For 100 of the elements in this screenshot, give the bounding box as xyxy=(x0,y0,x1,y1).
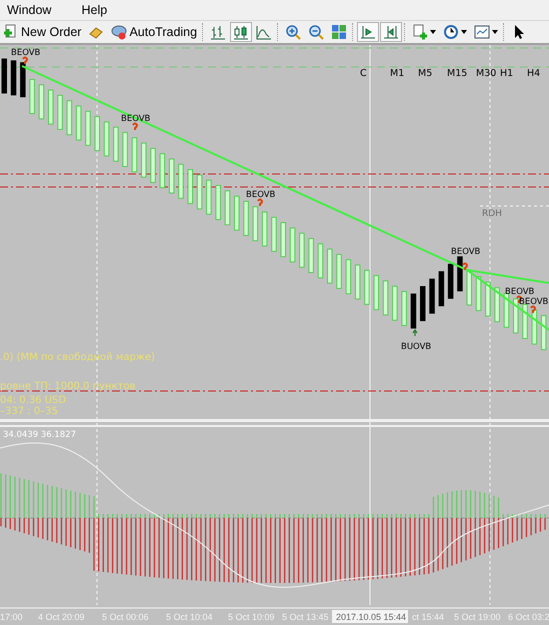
menu-item[interactable]: Help xyxy=(76,2,114,18)
candle xyxy=(122,132,128,168)
info-text: ровне ТП: 1000.0 пунктов xyxy=(0,381,136,392)
candle xyxy=(448,264,454,299)
timeframe-button[interactable]: M5 xyxy=(418,68,432,79)
candle xyxy=(48,90,54,125)
template-icon xyxy=(474,24,490,40)
candle xyxy=(224,190,230,226)
candle xyxy=(234,196,240,231)
crosshair-time: 2017.10.05 15:44 xyxy=(332,610,408,623)
signal-label: BEOVB xyxy=(505,287,534,297)
new-chart-icon xyxy=(412,24,428,40)
info-text: –337 : 0–35 xyxy=(0,406,58,417)
timeframe-button[interactable]: H4 xyxy=(527,68,540,79)
zoom-out-icon xyxy=(308,24,324,40)
sell-signal-icon xyxy=(132,122,138,130)
candle xyxy=(513,298,518,334)
candle xyxy=(280,222,286,258)
candle xyxy=(141,142,146,178)
candle xyxy=(160,153,166,188)
candle xyxy=(410,294,416,329)
candle xyxy=(132,137,138,172)
candle xyxy=(476,276,482,312)
timeframe-button[interactable]: H1 xyxy=(500,68,514,79)
candle xyxy=(2,58,7,94)
toolbar-icon-button[interactable] xyxy=(357,22,380,42)
candle xyxy=(290,227,296,262)
buy-signal-icon xyxy=(412,328,418,337)
candle xyxy=(243,200,249,236)
candle xyxy=(76,106,82,140)
candle xyxy=(532,310,538,345)
candlestick-icon xyxy=(233,24,250,40)
sell-signal-icon xyxy=(530,306,536,313)
info-text: 04: 0.36 USD xyxy=(0,395,66,406)
candle xyxy=(29,79,35,114)
candle xyxy=(420,286,426,322)
candle xyxy=(457,256,463,292)
tile-windows-icon xyxy=(331,24,348,40)
menu-item[interactable]: Window xyxy=(2,2,58,18)
signal-label: BEOVB xyxy=(519,297,548,307)
line-chart-icon xyxy=(256,24,272,40)
candle xyxy=(196,174,202,210)
candle xyxy=(168,158,174,194)
candle xyxy=(188,169,193,204)
candle xyxy=(364,270,370,305)
candle xyxy=(150,148,156,183)
candle xyxy=(10,60,16,96)
chart-shift-icon xyxy=(360,24,376,40)
signal-label: BUOVB xyxy=(401,342,432,352)
info-text: .0) (ММ по свободной марже) xyxy=(0,352,155,363)
candle xyxy=(382,280,388,316)
sell-signal-icon xyxy=(462,262,468,270)
candle xyxy=(252,206,258,242)
candle xyxy=(299,232,305,268)
candle xyxy=(540,315,546,350)
signal-label: BEOVB xyxy=(11,48,40,58)
candle xyxy=(38,84,44,120)
level-label: RDH xyxy=(482,209,502,219)
toolbar-icon-button[interactable] xyxy=(380,22,402,42)
candle xyxy=(104,121,110,156)
sell-signal-icon xyxy=(257,198,263,206)
candle xyxy=(494,287,500,322)
candle xyxy=(522,304,528,339)
candle xyxy=(271,216,277,252)
candle xyxy=(20,62,26,98)
candle xyxy=(113,126,119,162)
candle xyxy=(308,238,314,274)
toolbar-button[interactable]: AutoTrading xyxy=(108,22,200,42)
candle xyxy=(206,180,212,215)
candle xyxy=(485,282,491,317)
candle xyxy=(336,254,342,289)
bar-chart-icon xyxy=(210,24,226,40)
timeframe-button[interactable]: M1 xyxy=(390,68,404,79)
timeframe-button[interactable]: M30 xyxy=(476,68,496,79)
candle xyxy=(429,278,435,314)
candle xyxy=(178,164,184,199)
candle xyxy=(85,110,91,146)
candle xyxy=(57,94,63,130)
toolbar-button[interactable]: New Order xyxy=(0,22,84,42)
candle xyxy=(466,270,472,306)
candle xyxy=(215,185,221,220)
toolbar-icon-button[interactable] xyxy=(230,22,252,42)
robot-icon xyxy=(111,24,128,40)
autoscroll-icon xyxy=(383,24,400,40)
signal-label: BEOVB xyxy=(246,190,276,200)
zoom-in-icon xyxy=(285,24,302,40)
sell-signal-icon xyxy=(22,56,28,64)
candle xyxy=(504,292,510,328)
timeframe-button[interactable]: M15 xyxy=(447,68,468,79)
candle xyxy=(66,100,72,136)
timeframe-button[interactable]: C xyxy=(360,68,367,79)
indicator-reading: 34.0439 36.1827 xyxy=(3,430,76,440)
candle xyxy=(262,212,268,247)
candle xyxy=(346,259,352,294)
clock-icon xyxy=(443,24,460,40)
candle xyxy=(438,271,444,306)
candle xyxy=(327,248,332,284)
candle xyxy=(392,286,398,321)
signal-label: BEOVB xyxy=(451,247,480,257)
candle xyxy=(94,116,100,152)
